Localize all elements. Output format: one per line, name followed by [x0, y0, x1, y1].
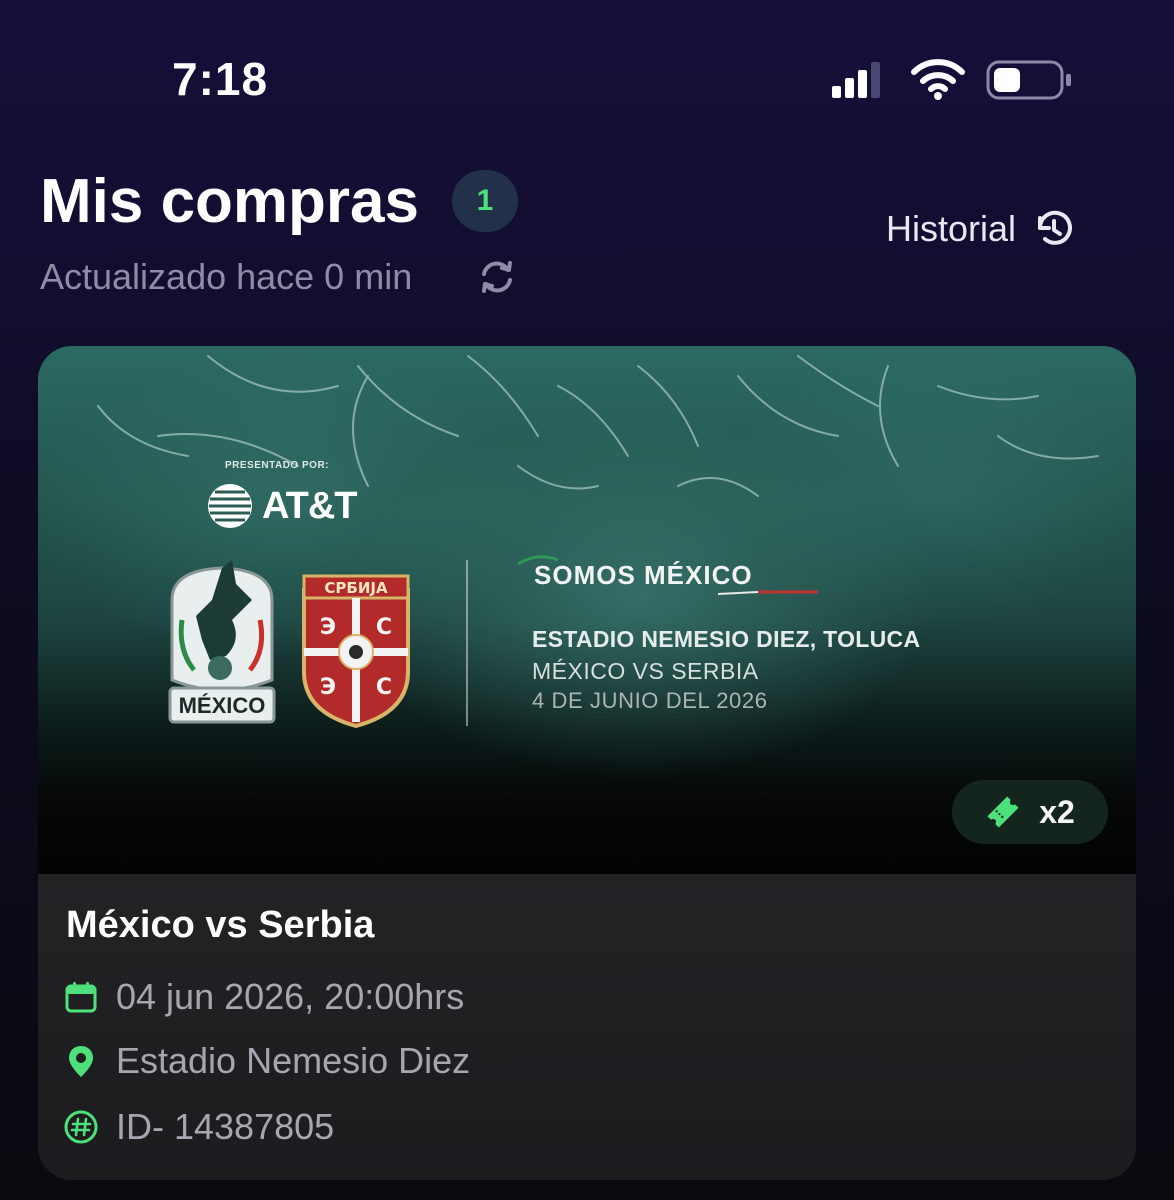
cellular-signal-icon — [832, 62, 880, 98]
ticket-icon — [987, 796, 1019, 828]
purchase-count-badge: 1 — [452, 170, 518, 232]
tagline: SOMOS MÉXICO — [534, 560, 753, 590]
purchase-id-row: ID- 14387805 — [64, 1106, 334, 1148]
sponsor-logo: AT&T — [206, 482, 357, 530]
banner-date: 4 DE JUNIO DEL 2026 — [532, 688, 768, 713]
att-globe-icon — [208, 484, 252, 528]
status-time: 7:18 — [172, 53, 269, 105]
wifi-icon — [911, 59, 965, 100]
ticket-count: x2 — [1039, 793, 1075, 830]
card-details: México vs Serbia 04 jun 2026, 20:00hrs E… — [38, 874, 1136, 1180]
svg-text:С: С — [376, 615, 392, 640]
event-date-row: 04 jun 2026, 20:00hrs — [64, 976, 464, 1018]
purchase-id: ID- 14387805 — [116, 1106, 335, 1147]
banner-divider — [466, 560, 468, 726]
calendar-icon — [65, 982, 97, 1013]
event-banner: PRESENTADO POR: AT&T MÉXICO СРБИЈА Э С Э… — [38, 346, 1136, 874]
presented-by-text: PRESENTADO POR: — [225, 460, 329, 471]
serbia-crest-logo: СРБИЈА Э С Э С — [302, 574, 410, 728]
refresh-icon[interactable] — [476, 256, 518, 298]
serbia-crest-text: СРБИЈА — [324, 579, 388, 597]
sponsor-name: AT&T — [262, 484, 357, 527]
history-label: Historial — [886, 208, 1017, 249]
banner-venue: ESTADIO NEMESIO DIEZ, TOLUCA — [532, 626, 921, 652]
battery-icon — [986, 60, 1071, 100]
location-pin-icon — [69, 1046, 93, 1077]
event-title: México vs Serbia — [66, 904, 375, 946]
page-title: Mis compras — [40, 167, 420, 236]
hash-icon — [64, 1110, 98, 1144]
purchase-card[interactable]: PRESENTADO POR: AT&T MÉXICO СРБИЈА Э С Э… — [38, 346, 1136, 1180]
banner-match: MÉXICO VS SERBIA — [532, 658, 759, 684]
event-datetime: 04 jun 2026, 20:00hrs — [116, 976, 465, 1017]
mexico-crest-text: MÉXICO — [179, 693, 266, 718]
event-venue: Estadio Nemesio Diez — [116, 1040, 471, 1081]
history-icon — [1038, 210, 1073, 245]
svg-text:Э: Э — [320, 675, 336, 700]
svg-text:Э: Э — [320, 615, 336, 640]
svg-text:С: С — [376, 675, 392, 700]
mexico-crest-logo: MÉXICO — [168, 560, 276, 724]
event-venue-row: Estadio Nemesio Diez — [64, 1040, 470, 1082]
status-bar: 7:18 — [0, 0, 1174, 130]
last-updated-text: Actualizado hace 0 min — [40, 256, 413, 297]
history-button[interactable]: Historial — [886, 208, 1074, 250]
ticket-count-badge: x2 — [952, 780, 1108, 844]
